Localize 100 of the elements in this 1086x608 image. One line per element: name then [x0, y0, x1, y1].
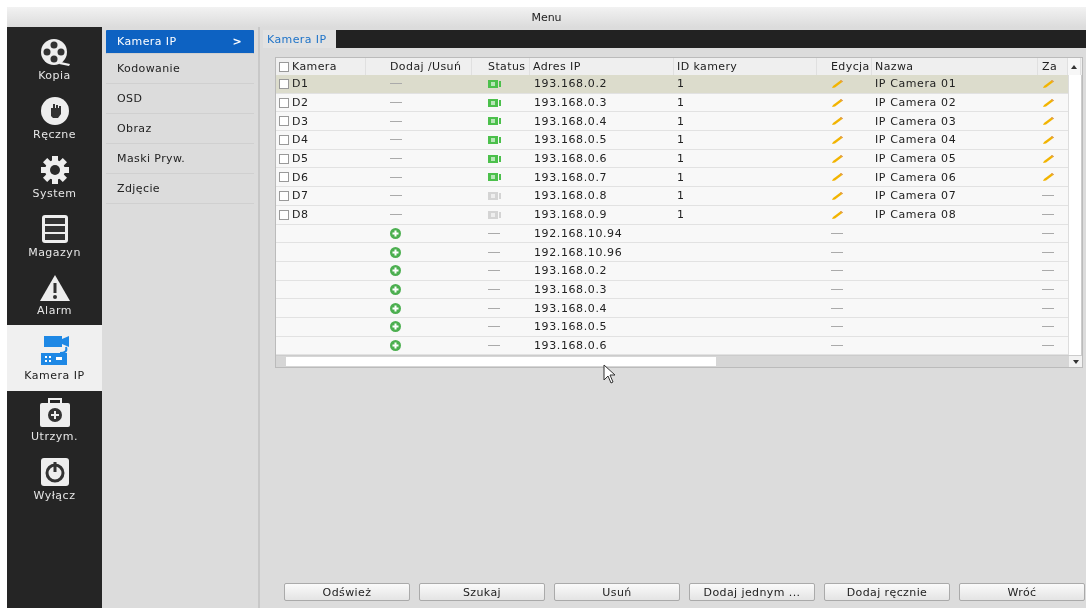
- nav-item[interactable]: Alarm: [7, 266, 102, 325]
- table-cell: 193.168.0.3: [534, 282, 608, 296]
- table-cell: 193.168.0.3: [534, 96, 608, 110]
- table-cell: D5: [292, 152, 309, 166]
- table-cell: IP Camera 02: [875, 96, 957, 110]
- table-cell: IP Camera 01: [875, 77, 957, 91]
- pencil-icon[interactable]: [1042, 134, 1055, 145]
- submenu-item[interactable]: Obraz: [106, 114, 254, 144]
- column-header: Kamera: [292, 60, 337, 73]
- pencil-icon[interactable]: [1042, 172, 1055, 183]
- dash-icon: [488, 251, 500, 253]
- film-reel-icon: [38, 37, 71, 67]
- table-cell: 193.168.0.4: [534, 301, 608, 315]
- dash-icon: [488, 232, 500, 234]
- table-cell: D8: [292, 208, 309, 222]
- checkbox[interactable]: [279, 153, 289, 164]
- table-row[interactable]: D1 193.168.0.2 1 IP Camera 01: [276, 75, 1068, 94]
- add-icon[interactable]: [390, 321, 401, 333]
- horizontal-scrollbar[interactable]: [276, 356, 1069, 368]
- dash-icon: [488, 307, 500, 309]
- table-cell: 192.168.10.94: [534, 226, 623, 240]
- nav-item[interactable]: Kopia: [7, 30, 102, 89]
- table-cell: 1: [677, 208, 685, 222]
- table-cell: 193.168.0.2: [534, 264, 608, 278]
- action-button[interactable]: Odśwież: [284, 583, 410, 601]
- submenu-item[interactable]: Maski Pryw.: [106, 144, 254, 174]
- checkbox[interactable]: [279, 116, 289, 127]
- add-icon[interactable]: [390, 246, 401, 258]
- pencil-icon[interactable]: [831, 153, 844, 164]
- pencil-icon[interactable]: [831, 116, 844, 127]
- table-cell: 192.168.10.96: [534, 245, 623, 259]
- checkbox[interactable]: [279, 78, 289, 89]
- column-header: Dodaj /Usuń: [390, 60, 462, 73]
- table-cell: D7: [292, 189, 309, 203]
- add-icon[interactable]: [390, 227, 401, 239]
- pencil-icon[interactable]: [831, 78, 844, 89]
- checkbox[interactable]: [279, 190, 289, 201]
- add-icon[interactable]: [390, 283, 401, 295]
- nav-item[interactable]: Utrzym.: [7, 391, 102, 450]
- submenu-item[interactable]: Kodowanie: [106, 54, 254, 84]
- checkbox[interactable]: [279, 172, 289, 183]
- nav-item[interactable]: Wyłącz: [7, 450, 102, 509]
- nav-item[interactable]: Magazyn: [7, 207, 102, 266]
- scroll-up-icon[interactable]: [1071, 64, 1077, 69]
- table-cell: D4: [292, 133, 309, 147]
- table-cell: IP Camera 08: [875, 208, 957, 222]
- table-cell: 193.168.0.9: [534, 208, 608, 222]
- dash-icon: [488, 270, 500, 272]
- checkbox[interactable]: [279, 61, 289, 72]
- add-icon[interactable]: [390, 339, 401, 351]
- table-cell: 193.168.0.5: [534, 320, 608, 334]
- table-cell: D2: [292, 96, 309, 110]
- table-cell: 1: [677, 77, 685, 91]
- table-cell: IP Camera 06: [875, 170, 957, 184]
- pencil-icon[interactable]: [831, 190, 844, 201]
- action-button[interactable]: Wróć: [959, 583, 1085, 601]
- dash-icon: [488, 344, 500, 346]
- submenu-item[interactable]: Kamera IP >: [106, 30, 254, 54]
- add-icon[interactable]: [390, 265, 401, 277]
- submenu-item[interactable]: Zdjęcie: [106, 174, 254, 204]
- tab[interactable]: Kamera IP: [263, 30, 337, 48]
- table-cell: 193.168.0.4: [534, 114, 608, 128]
- scroll-down-icon[interactable]: [1072, 359, 1079, 364]
- first-aid-kit-icon: [38, 398, 71, 428]
- action-button[interactable]: Usuń: [554, 583, 680, 601]
- action-button[interactable]: Dodaj ręcznie: [824, 583, 950, 601]
- nav-item[interactable]: Kamera IP: [7, 325, 102, 391]
- storage-icon: [40, 214, 69, 244]
- checkbox[interactable]: [279, 209, 289, 220]
- table-cell: 193.168.0.6: [534, 152, 608, 166]
- pencil-icon[interactable]: [831, 134, 844, 145]
- table-cell: IP Camera 04: [875, 133, 957, 147]
- table-cell: 193.168.0.8: [534, 189, 608, 203]
- column-header: Adres IP: [533, 60, 581, 73]
- column-header: Edycja: [831, 60, 870, 73]
- table-cell: 193.168.0.6: [534, 338, 608, 352]
- table-cell: IP Camera 03: [875, 114, 957, 128]
- pencil-icon[interactable]: [831, 209, 844, 220]
- table-cell: 1: [677, 170, 685, 184]
- checkbox[interactable]: [279, 134, 289, 145]
- vertical-scrollbar[interactable]: [1068, 75, 1082, 356]
- pencil-icon[interactable]: [831, 172, 844, 183]
- pencil-icon[interactable]: [1042, 116, 1055, 127]
- submenu-item[interactable]: OSD: [106, 84, 254, 114]
- table-cell: 1: [677, 133, 685, 147]
- pencil-icon[interactable]: [831, 97, 844, 108]
- table-cell: 193.168.0.5: [534, 133, 608, 147]
- table-cell: D3: [292, 114, 309, 128]
- nav-item[interactable]: System: [7, 148, 102, 207]
- checkbox[interactable]: [279, 97, 289, 108]
- action-button[interactable]: Szukaj: [419, 583, 545, 601]
- pencil-icon[interactable]: [1042, 97, 1055, 108]
- table-cell: IP Camera 05: [875, 152, 957, 166]
- dash-icon: [488, 326, 500, 328]
- action-button[interactable]: Dodaj jednym ...: [689, 583, 815, 601]
- nav-item[interactable]: Ręczne: [7, 89, 102, 148]
- table-cell: D6: [292, 170, 309, 184]
- add-icon[interactable]: [390, 302, 401, 314]
- pencil-icon[interactable]: [1042, 153, 1055, 164]
- pencil-icon[interactable]: [1042, 78, 1055, 89]
